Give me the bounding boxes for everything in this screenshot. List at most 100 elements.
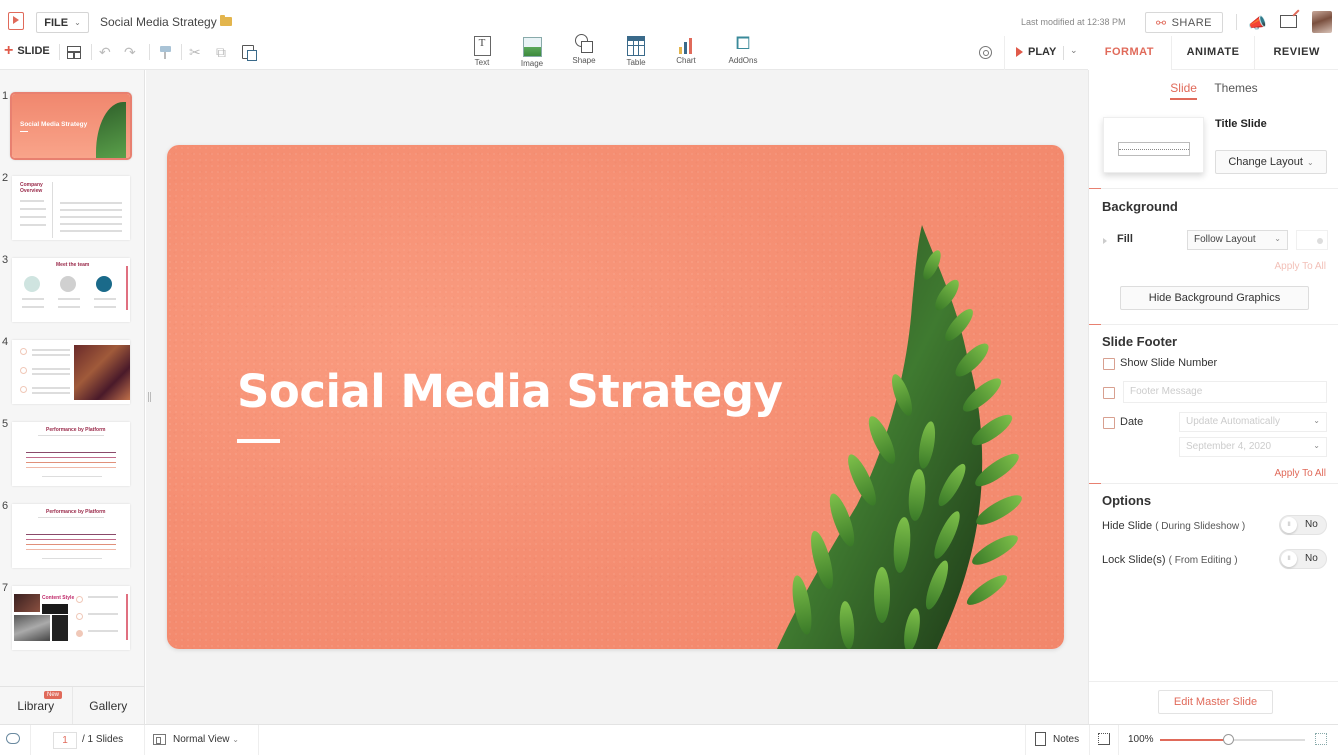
chart-series (26, 457, 116, 458)
insert-image-button[interactable]: Image (507, 34, 557, 68)
slide-thumbnail-6[interactable]: 6 Performance by Platform (0, 500, 144, 580)
tab-format[interactable]: FORMAT (1088, 36, 1171, 70)
zoom-slider-handle[interactable] (1223, 734, 1235, 745)
chat-icon[interactable] (6, 733, 20, 744)
copy-icon[interactable]: ⧉ (216, 44, 226, 61)
view-mode-select[interactable]: Normal View ⌄ (173, 734, 239, 745)
bullet-icon (76, 613, 83, 620)
slide-thumbnail-2[interactable]: 2 Company Overview (0, 172, 144, 252)
fill-select[interactable]: Follow Layout ⌄ (1187, 230, 1288, 250)
document-title[interactable]: Social Media Strategy (100, 15, 217, 29)
slide-preview[interactable]: Social Media Strategy (10, 92, 132, 160)
play-options-chevron-icon[interactable]: ⌄ (1070, 45, 1078, 56)
file-menu-button[interactable]: FILE ⌄ (36, 12, 89, 33)
divider (1025, 725, 1026, 755)
chart-series (26, 539, 116, 540)
feedback-icon[interactable] (1280, 15, 1297, 28)
zoom-slider[interactable] (1160, 734, 1305, 745)
team-photo (24, 276, 40, 292)
event-photo (74, 345, 130, 400)
slide-preview[interactable] (12, 340, 130, 404)
slide-preview[interactable]: Content Style (12, 586, 130, 650)
subtab-slide[interactable]: Slide (1170, 81, 1197, 100)
date-value-select[interactable]: September 4, 2020 ⌄ (1179, 437, 1327, 457)
expand-arrow-icon[interactable] (1103, 238, 1107, 244)
slide-preview[interactable]: Performance by Platform (12, 504, 130, 568)
plant-image[interactable] (767, 225, 1057, 649)
announcement-icon[interactable]: 📣 (1248, 14, 1267, 32)
slide-title-text[interactable]: Social Media Strategy (237, 365, 783, 418)
layout-icon[interactable] (67, 46, 81, 59)
share-label: SHARE (1171, 16, 1212, 29)
slide-number: 5 (2, 418, 9, 430)
redo-icon[interactable]: ↷ (124, 44, 136, 61)
chart-legend (42, 558, 102, 559)
user-avatar[interactable] (1312, 11, 1332, 33)
format-painter-icon[interactable] (160, 46, 171, 59)
date-value: September 4, 2020 (1186, 441, 1272, 452)
slide-canvas[interactable]: Social Media Strategy (146, 70, 1088, 724)
divider (1089, 725, 1090, 755)
slide-thumbnail-4[interactable]: 4 (0, 336, 144, 416)
insert-chart-button[interactable]: Chart (661, 34, 711, 65)
title-underline[interactable] (237, 439, 280, 443)
folder-icon[interactable] (220, 15, 232, 26)
cut-icon[interactable]: ✂ (189, 44, 201, 61)
slide-thumbnail-5[interactable]: 5 Performance by Platform (0, 418, 144, 498)
insert-table-button[interactable]: Table (611, 34, 661, 67)
date-checkbox[interactable] (1103, 417, 1115, 429)
text-line (58, 298, 80, 300)
play-button[interactable]: PLAY (1016, 46, 1056, 58)
slide-preview-title: Company Overview (20, 182, 43, 194)
gallery-tab[interactable]: Gallery (71, 687, 145, 724)
tab-animate[interactable]: ANIMATE (1170, 36, 1255, 70)
insert-text-button[interactable]: T Text (457, 34, 507, 67)
layout-preview[interactable] (1103, 117, 1204, 173)
footer-message-checkbox[interactable] (1103, 387, 1115, 399)
hide-slide-toggle[interactable]: II No (1279, 515, 1327, 535)
notes-button[interactable]: Notes (1053, 734, 1079, 745)
lock-slide-label: Lock Slide(s) ( From Editing ) (1102, 554, 1238, 566)
total-pages-text: / 1 Slides (82, 734, 124, 745)
insert-addons-button[interactable]: ⧠ AddOns (718, 34, 768, 65)
add-slide-button[interactable]: + SLIDE (4, 43, 50, 59)
subtab-themes[interactable]: Themes (1214, 81, 1257, 98)
paste-icon[interactable] (242, 45, 257, 61)
text-line (60, 223, 122, 225)
footer-message-input[interactable]: Footer Message (1123, 381, 1327, 403)
hide-background-graphics-button[interactable]: Hide Background Graphics (1120, 286, 1309, 310)
edit-master-slide-button[interactable]: Edit Master Slide (1158, 690, 1273, 714)
app-logo-icon[interactable] (8, 12, 24, 30)
current-page-input[interactable]: 1 (53, 732, 77, 749)
file-menu-label: FILE (44, 16, 69, 29)
view-mode-label: Normal View (173, 734, 230, 745)
toggle-knob: II (1281, 551, 1297, 567)
show-slide-number-checkbox[interactable] (1103, 358, 1115, 370)
current-slide[interactable]: Social Media Strategy (167, 145, 1064, 649)
library-tab[interactable]: Library New (0, 687, 72, 724)
slide-preview[interactable]: Performance by Platform (12, 422, 130, 486)
slide-preview[interactable]: Company Overview (12, 176, 130, 240)
lock-slide-toggle[interactable]: II No (1279, 549, 1327, 569)
fit-to-screen-icon[interactable] (1098, 733, 1110, 745)
date-label: Date (1120, 416, 1144, 428)
background-apply-to-all[interactable]: Apply To All (1274, 261, 1326, 272)
slide-thumbnail-3[interactable]: 3 Meet the team (0, 254, 144, 334)
slide-preview[interactable]: Meet the team (12, 258, 130, 322)
chevron-down-icon: ⌄ (1306, 157, 1314, 167)
insert-shape-button[interactable]: Shape (559, 34, 609, 65)
date-mode-select[interactable]: Update Automatically ⌄ (1179, 412, 1327, 432)
footer-apply-to-all[interactable]: Apply To All (1274, 468, 1326, 479)
slide-thumbnail-7[interactable]: 7 Content Style (0, 582, 144, 662)
panel-resize-handle[interactable] (148, 392, 151, 402)
tab-review[interactable]: REVIEW (1254, 36, 1338, 70)
fill-color-picker[interactable] (1296, 230, 1328, 250)
slide-thumbnail-1[interactable]: 1 Social Media Strategy (0, 90, 144, 170)
settings-icon[interactable] (979, 46, 992, 59)
share-button[interactable]: ⚯ SHARE (1145, 12, 1223, 33)
notes-icon[interactable] (1035, 732, 1046, 746)
slides-panel[interactable]: 1 Social Media Strategy 2 Company Overvi… (0, 70, 145, 686)
change-layout-button[interactable]: Change Layout ⌄ (1215, 150, 1327, 174)
fullscreen-icon[interactable] (1315, 733, 1327, 745)
undo-icon[interactable]: ↶ (99, 44, 111, 61)
